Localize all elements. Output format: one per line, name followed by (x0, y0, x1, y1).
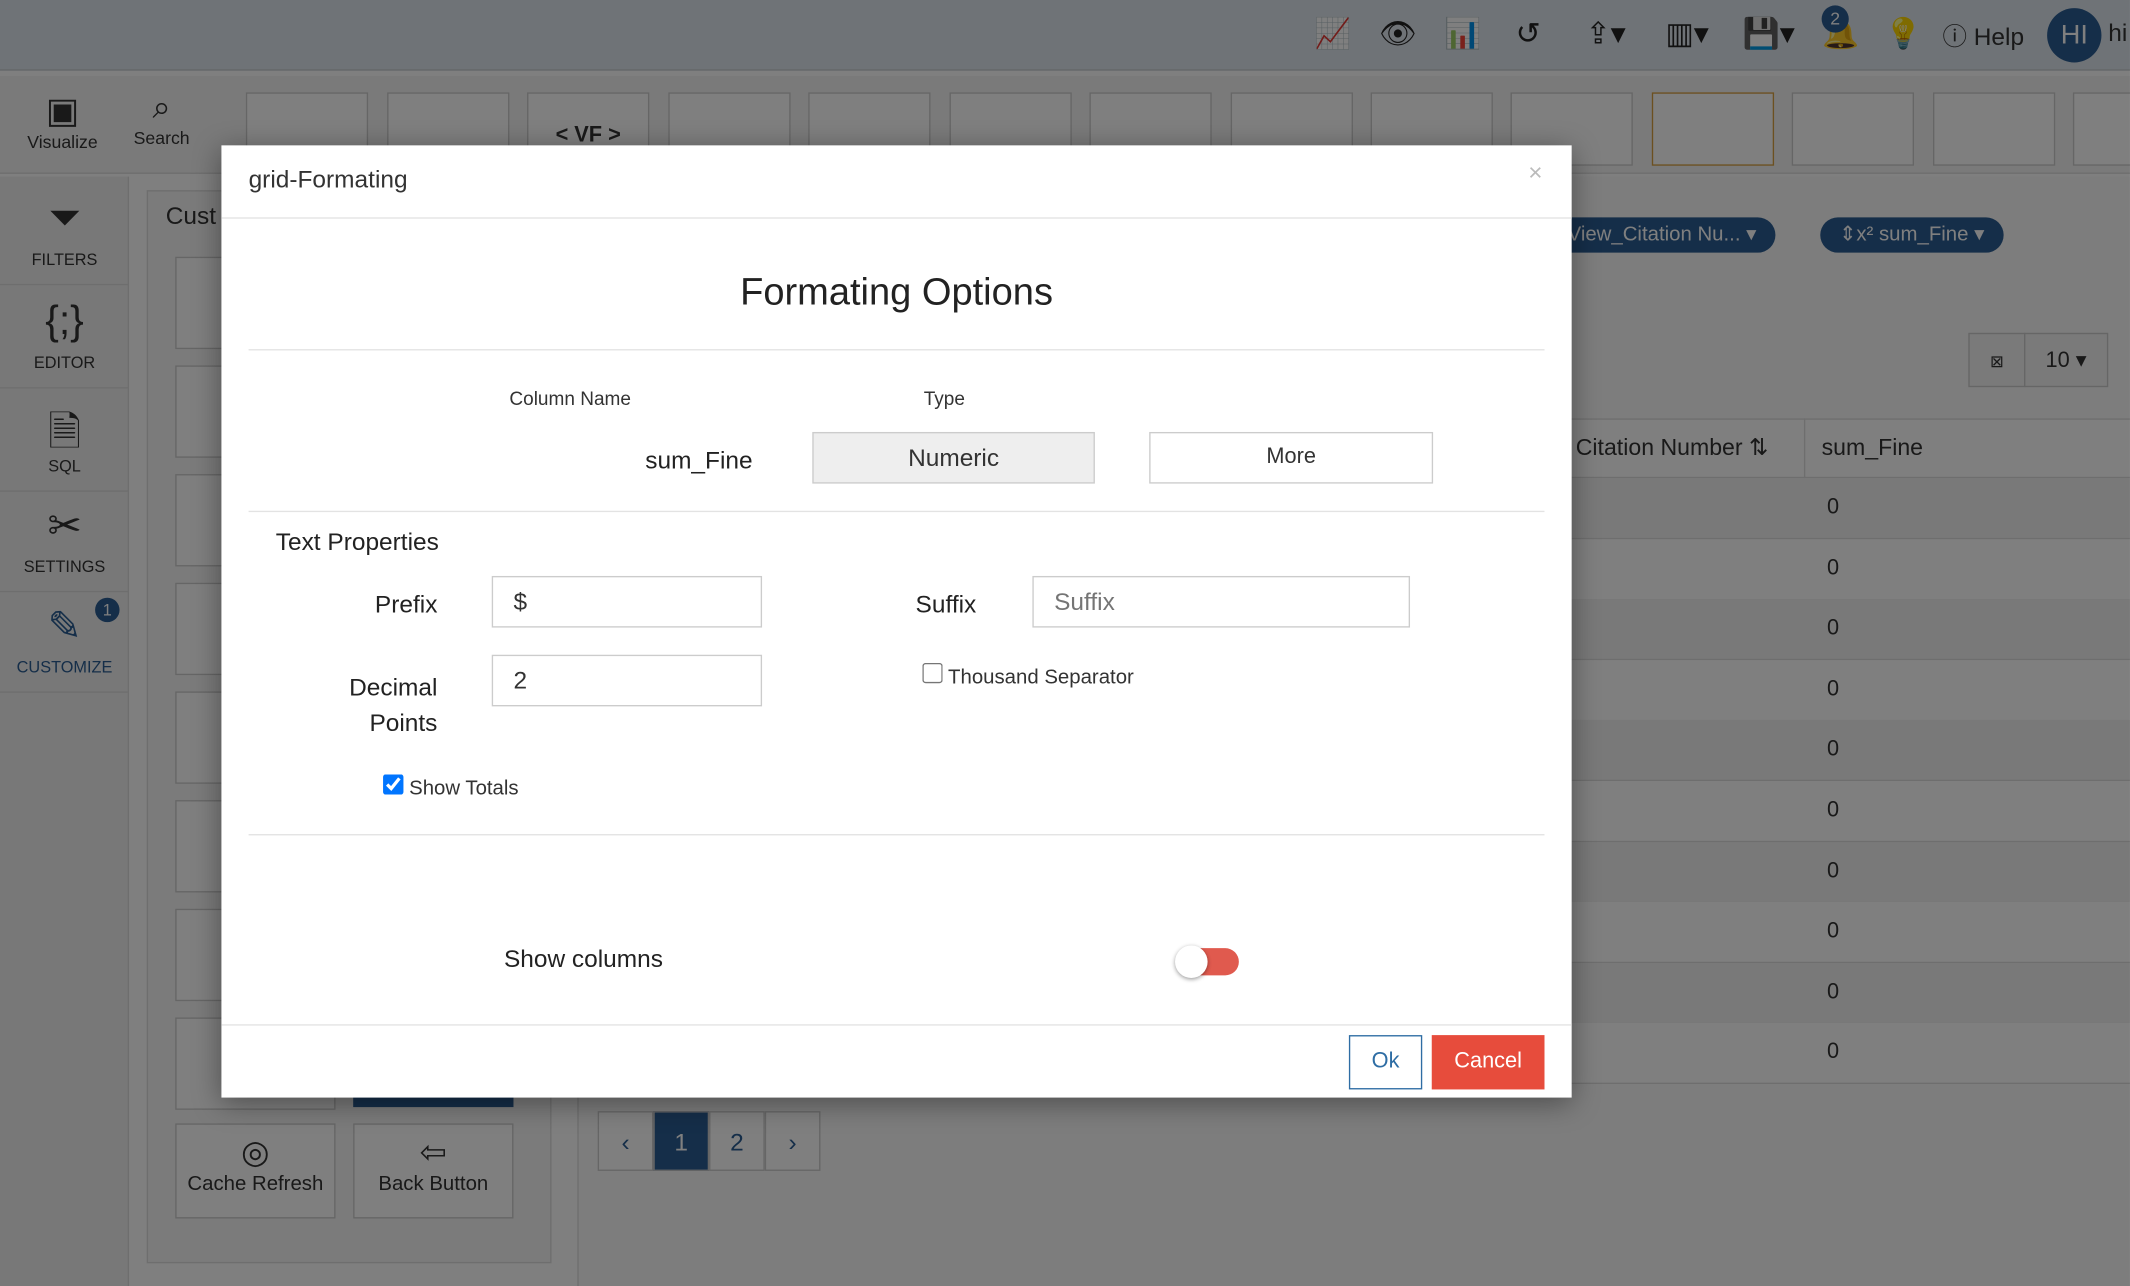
thousand-separator[interactable]: Thousand Separator (922, 662, 1134, 689)
thousand-separator-checkbox[interactable] (922, 662, 943, 684)
decimal-points-input[interactable] (491, 654, 763, 707)
modal-title: grid-Formating (248, 165, 408, 193)
more-button[interactable]: More (1149, 431, 1434, 484)
suffix-label: Suffix (915, 590, 977, 619)
show-totals-checkbox[interactable] (383, 774, 404, 795)
suffix-input[interactable] (1032, 575, 1411, 628)
ok-button[interactable]: Ok (1348, 1035, 1423, 1090)
app: 📈 👁 📊 ↺ ⇪▾ ▥▾ 💾▾ 🔔 2 💡 ⓘ Help HI hi ▣Vis… (0, 0, 2130, 1286)
show-columns-label: Show columns (503, 945, 663, 973)
column-name-label: Column Name (509, 387, 631, 409)
decimal-points-label: Decimal Points (349, 673, 438, 737)
column-name-value: sum_Fine (645, 446, 753, 475)
show-totals[interactable]: Show Totals (383, 774, 519, 800)
show-columns-toggle[interactable] (1175, 945, 1239, 979)
type-field[interactable]: Numeric (812, 431, 1095, 484)
prefix-input[interactable] (491, 575, 763, 628)
formatting-modal: grid-Formating × Formating Options Colum… (221, 145, 1572, 1098)
cancel-button[interactable]: Cancel (1431, 1035, 1545, 1090)
text-properties-heading: Text Properties (275, 528, 439, 556)
prefix-label: Prefix (374, 590, 438, 619)
type-label: Type (923, 387, 965, 409)
toggle-knob (1175, 945, 1208, 979)
modal-heading: Formating Options (740, 270, 1053, 313)
close-icon[interactable]: × (1528, 159, 1542, 188)
